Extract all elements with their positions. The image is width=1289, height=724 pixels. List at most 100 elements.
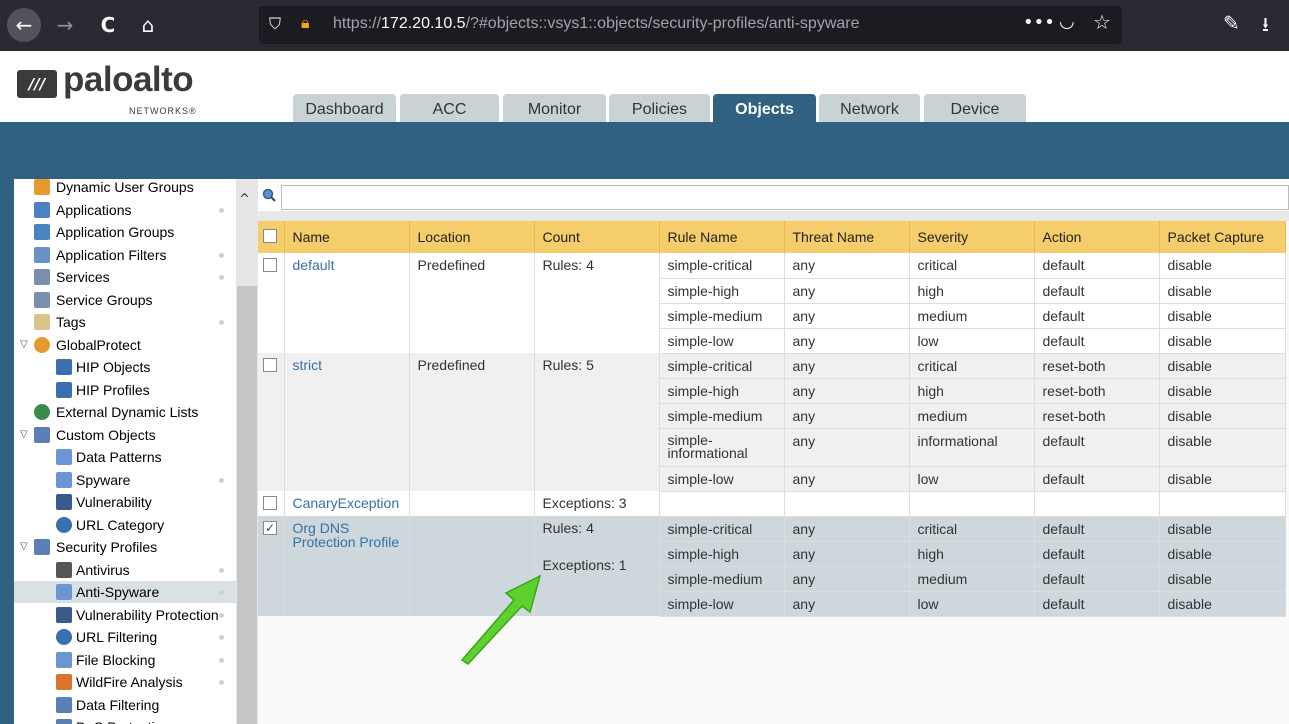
home-icon[interactable]: ⌂	[131, 8, 165, 42]
sidebar-item-services[interactable]: Services	[14, 266, 236, 288]
expand-triangle-icon[interactable]: ▽	[20, 424, 28, 446]
service-groups-icon	[34, 292, 50, 308]
sidebar-item-dynamic-user-groups[interactable]: Dynamic User Groups	[14, 179, 236, 198]
tab-acc[interactable]: ACC	[400, 94, 499, 123]
tab-objects[interactable]: Objects	[713, 94, 816, 123]
profile-name-link[interactable]: strict	[293, 357, 323, 373]
column-header-severity[interactable]: Severity	[909, 221, 1035, 253]
sidebar-item-data-filtering[interactable]: Data Filtering	[14, 694, 236, 716]
sidebar-item-hip-profiles[interactable]: HIP Profiles	[14, 379, 236, 401]
shield-icon[interactable]: ⛉	[269, 14, 281, 34]
row-checkbox[interactable]	[263, 358, 277, 372]
column-header-name[interactable]: Name	[284, 221, 410, 253]
sidebar-scroll-thumb[interactable]	[237, 286, 257, 724]
sidebar-item-service-groups[interactable]: Service Groups	[14, 289, 236, 311]
select-all-checkbox[interactable]	[263, 229, 277, 243]
reload-icon[interactable]: C	[91, 8, 125, 42]
download-icon[interactable]: ⭳	[1262, 10, 1269, 44]
url-bar[interactable]: ⛉ 🔒︎ https://172.20.10.5/?#objects::vsys…	[259, 6, 1122, 44]
sidebar-item-vulnerability[interactable]: Vulnerability	[14, 491, 236, 513]
row-checkbox[interactable]	[263, 258, 277, 272]
profile-name-link[interactable]: default	[293, 257, 335, 273]
profile-name-cell[interactable]: strict	[284, 353, 410, 491]
profile-name-link[interactable]: Org DNS Protection Profile	[293, 521, 400, 549]
count-entry[interactable]: Rules: 4	[543, 258, 651, 273]
sidebar-item-dos-protection[interactable]: DoS Protection	[14, 716, 236, 724]
sidebar-item-globalprotect[interactable]: ▽ GlobalProtect	[14, 334, 236, 356]
sidebar-item-wildfire-analysis[interactable]: WildFire Analysis	[14, 671, 236, 693]
packet-capture-cell: disable	[1159, 253, 1286, 279]
filter-input[interactable]	[281, 185, 1289, 210]
wrench-icon[interactable]: ✎	[1223, 11, 1240, 35]
threat-name-cell: any	[784, 591, 910, 617]
dot-icon	[219, 613, 224, 618]
sidebar-item-external-dynamic-lists[interactable]: External Dynamic Lists	[14, 401, 236, 423]
sidebar-item-data-patterns[interactable]: Data Patterns	[14, 446, 236, 468]
column-header-rule-name[interactable]: Rule Name	[659, 221, 785, 253]
sidebar-item-url-filtering[interactable]: URL Filtering	[14, 626, 236, 648]
profile-name-cell[interactable]: Org DNS Protection Profile	[284, 516, 410, 616]
logo-subtext: NETWORKS®	[129, 106, 197, 116]
profile-name-cell[interactable]: default	[284, 253, 410, 353]
count-entry[interactable]: Exceptions: 3	[543, 496, 651, 511]
sidebar-item-security-profiles[interactable]: ▽ Security Profiles	[14, 536, 236, 558]
table-row[interactable]: ✓ Org DNS Protection Profile Rules: 4 Except…	[258, 516, 1286, 616]
scroll-up-icon[interactable]: ^	[239, 192, 250, 207]
threat-name-cell: any	[784, 541, 910, 567]
table-row[interactable]: default Predefined Rules: 4 simple-critical…	[258, 253, 1286, 353]
threat-name-cell: any	[784, 566, 910, 592]
sidebar-item-hip-objects[interactable]: HIP Objects	[14, 356, 236, 378]
column-header-threat-name[interactable]: Threat Name	[784, 221, 910, 253]
profile-name-link[interactable]: CanaryException	[293, 495, 400, 511]
page-actions-icon[interactable]: •••	[1023, 12, 1055, 33]
sidebar-item-vulnerability-protection[interactable]: Vulnerability Protection	[14, 604, 236, 626]
action-cell: default	[1034, 278, 1160, 304]
table-row[interactable]: strict Predefined Rules: 5 simple-critical a…	[258, 353, 1286, 491]
row-checkbox-cell[interactable]	[258, 253, 285, 353]
pocket-icon[interactable]: ◡	[1059, 11, 1075, 32]
lock-icon[interactable]: 🔒︎	[301, 13, 310, 33]
sidebar-item-anti-spyware[interactable]: Anti-Spyware	[14, 581, 236, 603]
row-checkbox-cell[interactable]: ✓	[258, 516, 285, 616]
expand-triangle-icon[interactable]: ▽	[20, 536, 28, 558]
packet-capture-cell	[1159, 491, 1286, 517]
column-header-location[interactable]: Location	[409, 221, 535, 253]
profile-name-cell[interactable]: CanaryException	[284, 491, 410, 516]
column-header-action[interactable]: Action	[1034, 221, 1160, 253]
tab-dashboard[interactable]: Dashboard	[293, 94, 396, 123]
row-checkbox-cell[interactable]	[258, 353, 285, 491]
forward-icon[interactable]: →	[48, 8, 82, 42]
count-entry[interactable]: Rules: 5	[543, 358, 651, 373]
sidebar-item-file-blocking[interactable]: File Blocking	[14, 649, 236, 671]
column-header-packet-capture[interactable]: Packet Capture	[1159, 221, 1286, 253]
count-entry[interactable]: Rules: 4	[543, 521, 651, 536]
column-header-count[interactable]: Count	[534, 221, 660, 253]
sidebar-item-application-groups[interactable]: Application Groups	[14, 221, 236, 243]
table-row[interactable]: CanaryException Exceptions: 3	[258, 491, 1286, 517]
row-checkbox[interactable]: ✓	[263, 521, 277, 535]
back-icon[interactable]: ←	[7, 8, 41, 42]
tab-monitor[interactable]: Monitor	[503, 94, 606, 123]
sidebar-item-antivirus[interactable]: Antivirus	[14, 559, 236, 581]
url-host: 172.20.10.5	[381, 15, 466, 32]
sidebar-item-label: Applications	[56, 202, 132, 218]
url-text[interactable]: https://172.20.10.5/?#objects::vsys1::ob…	[333, 15, 860, 33]
expand-triangle-icon[interactable]: ▽	[20, 334, 28, 356]
row-checkbox-cell[interactable]	[258, 491, 285, 516]
sidebar-item-applications[interactable]: Applications	[14, 199, 236, 221]
row-checkbox[interactable]	[263, 496, 277, 510]
sidebar-item-custom-objects[interactable]: ▽ Custom Objects	[14, 424, 236, 446]
tab-policies[interactable]: Policies	[609, 94, 710, 123]
sidebar-item-url-category[interactable]: URL Category	[14, 514, 236, 536]
sidebar-item-application-filters[interactable]: Application Filters	[14, 244, 236, 266]
star-icon[interactable]: ☆	[1093, 10, 1111, 34]
sidebar-item-tags[interactable]: Tags	[14, 311, 236, 333]
tab-device[interactable]: Device	[924, 94, 1026, 123]
select-all-header[interactable]	[258, 221, 285, 253]
sidebar-item-spyware[interactable]: Spyware	[14, 469, 236, 491]
tab-network[interactable]: Network	[819, 94, 920, 123]
packet-capture-cell: disable	[1159, 591, 1286, 617]
count-cell: Exceptions: 3	[534, 491, 660, 516]
services-icon	[34, 269, 50, 285]
count-entry[interactable]: Exceptions: 1	[543, 558, 651, 573]
